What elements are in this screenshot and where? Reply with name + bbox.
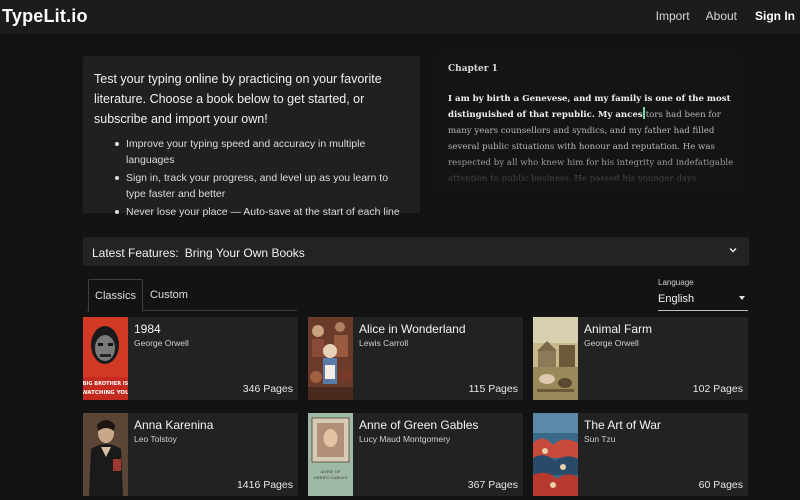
feature-bullet-list: Improve your typing speed and accuracy i…: [94, 136, 410, 220]
book-page-count: 60 Pages: [698, 479, 743, 491]
language-select[interactable]: English: [658, 292, 748, 311]
latest-features-accordion[interactable]: Latest Features: Bring Your Own Books: [83, 237, 749, 266]
book-cover-anne-of-green-gables: ANNE OF GREEN GABLES: [308, 413, 353, 496]
nav-about-link[interactable]: About: [706, 9, 737, 23]
book-author: Lucy Maud Montgomery: [359, 434, 451, 444]
book-page-count: 346 Pages: [242, 383, 293, 395]
tab-classics[interactable]: Classics: [88, 279, 143, 312]
book-card-art-of-war[interactable]: The Art of War Sun Tzu 60 Pages: [533, 413, 748, 496]
book-author: Sun Tzu: [584, 434, 616, 444]
book-page-count: 102 Pages: [692, 383, 743, 395]
typing-demo-panel: Chapter 1 I am by birth a Genevese, and …: [437, 55, 739, 187]
latest-features-title: Latest Features: Bring Your Own Books: [92, 246, 305, 260]
nav-sign-in-link[interactable]: Sign In: [755, 9, 795, 23]
book-title: 1984: [134, 322, 161, 336]
feature-bullet: Improve your typing speed and accuracy i…: [115, 136, 410, 168]
latest-features-label: Latest Features:: [92, 246, 179, 260]
book-author: Leo Tolstoy: [134, 434, 177, 444]
demo-fade-overlay: [437, 157, 739, 187]
top-navbar: TypeLit.io Import About Sign In: [0, 0, 800, 34]
cover-alice-image: [308, 317, 353, 400]
svg-text:BIG BROTHER IS: BIG BROTHER IS: [83, 381, 128, 387]
book-card-alice[interactable]: Alice in Wonderland Lewis Carroll 115 Pa…: [308, 317, 523, 400]
book-title: The Art of War: [584, 418, 661, 432]
book-author: George Orwell: [584, 338, 639, 348]
book-cover-art-of-war: [533, 413, 578, 496]
book-card-1984[interactable]: BIG BROTHER IS WATCHING YOU 1984 George …: [83, 317, 298, 400]
book-title: Anna Karenina: [134, 418, 214, 432]
feature-bullet: Never lose your place — Auto-save at the…: [115, 204, 410, 220]
main-nav: Import About Sign In: [656, 9, 795, 23]
book-cover-alice: [308, 317, 353, 400]
intro-lead-text: Test your typing online by practicing on…: [94, 72, 382, 126]
book-author: George Orwell: [134, 338, 189, 348]
language-select-value: English: [658, 293, 695, 305]
svg-text:ANNE OF: ANNE OF: [319, 469, 340, 474]
book-cover-animal-farm: [533, 317, 578, 400]
svg-text:WATCHING YOU: WATCHING YOU: [83, 390, 128, 396]
book-category-tabs: Classics Custom: [87, 279, 297, 312]
cover-art-of-war-image: [533, 413, 578, 496]
cover-anne-of-green-gables-image: ANNE OF GREEN GABLES: [308, 413, 353, 496]
book-page-count: 115 Pages: [468, 383, 518, 395]
chevron-down-icon[interactable]: [727, 244, 739, 256]
book-card-anne-of-green-gables[interactable]: ANNE OF GREEN GABLES Anne of Green Gable…: [308, 413, 523, 496]
nav-import-link[interactable]: Import: [656, 9, 690, 23]
svg-text:GREEN GABLES: GREEN GABLES: [313, 475, 347, 480]
book-card-animal-farm[interactable]: Animal Farm George Orwell 102 Pages: [533, 317, 748, 400]
latest-features-value: Bring Your Own Books: [184, 246, 305, 260]
brand-logo[interactable]: TypeLit.io: [2, 6, 88, 27]
book-cover-1984: BIG BROTHER IS WATCHING YOU: [83, 317, 128, 400]
book-cover-anna-karenina: [83, 413, 128, 496]
book-card-anna-karenina[interactable]: Anna Karenina Leo Tolstoy 1416 Pages: [83, 413, 298, 496]
book-title: Animal Farm: [584, 322, 653, 336]
demo-chapter-heading: Chapter 1: [448, 64, 498, 74]
cover-anna-karenina-image: [83, 413, 128, 496]
book-title: Alice in Wonderland: [359, 322, 466, 336]
cover-animal-farm-image: [533, 317, 578, 400]
language-label: Language: [658, 278, 694, 287]
intro-panel: Test your typing online by practicing on…: [83, 56, 420, 218]
cover-1984-image: BIG BROTHER IS WATCHING YOU: [83, 317, 128, 400]
caret-down-icon: [739, 296, 745, 300]
book-page-count: 367 Pages: [467, 479, 518, 491]
tab-custom[interactable]: Custom: [150, 279, 188, 311]
book-author: Lewis Carroll: [359, 338, 409, 348]
book-page-count: 1416 Pages: [236, 479, 293, 491]
book-title: Anne of Green Gables: [359, 418, 479, 432]
feature-bullet: Sign in, track your progress, and level …: [115, 170, 410, 202]
